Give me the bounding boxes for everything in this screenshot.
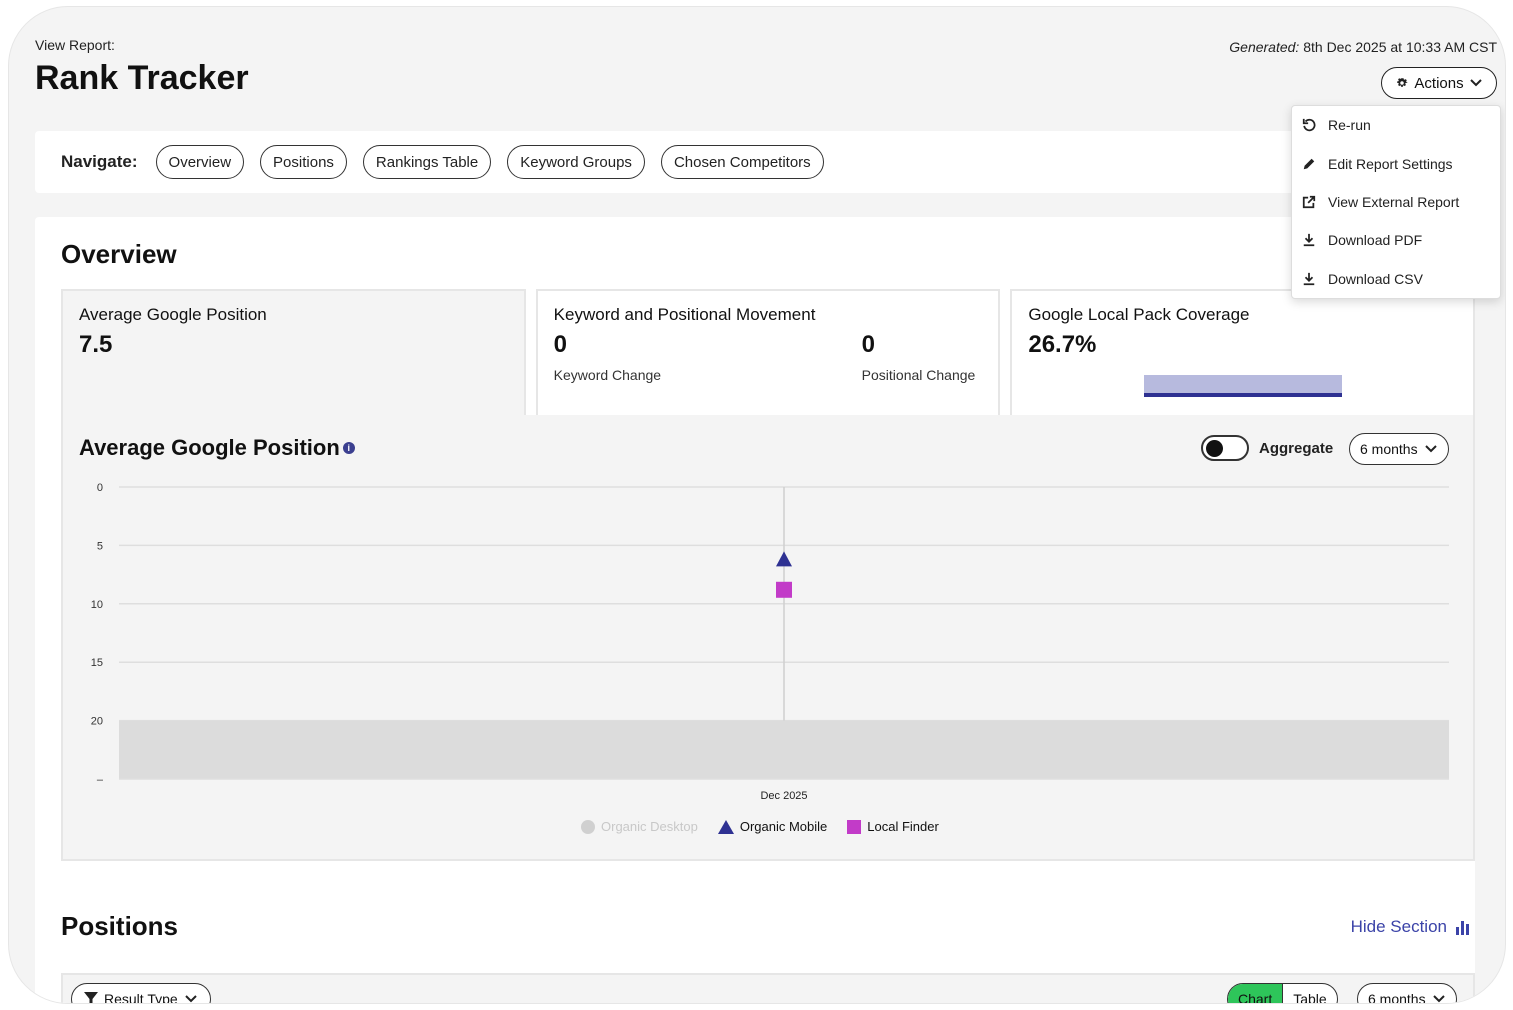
view-table-button[interactable]: Table [1283,984,1336,1003]
report-body: Overview Average Google Position 7.5 Key… [35,217,1476,1004]
avg-position-chart-panel: Average Google Position i Aggregate 6 mo… [61,415,1475,861]
x-tick-label: Dec 2025 [760,790,807,802]
filter-label: Result Type [104,991,178,1004]
stat-value: 7.5 [79,331,113,358]
square-marker-icon [847,819,862,834]
keyword-change-value: 0 [553,331,568,358]
coverage-bar [1144,375,1343,397]
generated-timestamp: Generated: 8th Dec 2025 at 10:33 AM CST [1229,39,1497,55]
chevron-down-icon [1432,995,1445,1003]
legend-label: Organic Mobile [739,819,828,834]
menu-item-label: Re-run [1328,117,1371,134]
positional-change-label: Positional Change [861,367,976,383]
app-frame: View Report: Rank Tracker Generated: 8th… [8,6,1506,1004]
y-tick-label: 10 [91,599,103,611]
overview-title: Overview [61,239,177,269]
view-toggle: Chart Table [1227,983,1338,1003]
y-tick-label: 20 [91,716,103,728]
legend-label: Organic Desktop [601,819,698,834]
chevron-down-icon [184,995,197,1003]
actions-label: Actions [1414,74,1464,92]
legend-organic-desktop[interactable]: Organic Desktop [581,819,698,834]
chevron-down-icon [1469,79,1482,87]
positions-range-select[interactable]: 6 months [1357,983,1457,1004]
download-icon [1303,272,1315,285]
stat-avg-position[interactable]: Average Google Position 7.5 [61,289,526,415]
positions-title: Positions [61,911,179,941]
menu-item-label: View External Report [1328,193,1460,210]
rerun-icon [1302,119,1316,132]
menu-item-edit-settings[interactable]: Edit Report Settings [1292,144,1500,182]
nav-overview[interactable]: Overview [155,145,245,179]
menu-item-label: Download PDF [1328,232,1423,249]
menu-item-download-csv[interactable]: Download CSV [1292,260,1500,298]
data-point-local-finder [776,581,792,598]
download-icon [1303,234,1315,247]
position-chart: 0 5 10 15 20 – Dec 2025 [91,482,1449,802]
stat-value: 26.7% [1028,331,1097,358]
filter-icon [84,992,98,1003]
menu-item-view-external[interactable]: View External Report [1292,183,1500,221]
stat-title: Keyword and Positional Movement [553,305,816,324]
actions-menu: Re-run Edit Report Settings View Externa… [1291,105,1501,299]
keyword-change-label: Keyword Change [553,367,662,383]
stat-local-pack[interactable]: Google Local Pack Coverage 26.7% [1010,289,1476,415]
menu-item-rerun[interactable]: Re-run [1292,106,1500,144]
result-type-filter[interactable]: Result Type [71,983,211,1004]
stats-row: Average Google Position 7.5 Keyword and … [61,289,1476,415]
positions-panel: Result Type Chart Table 6 months [61,973,1475,1004]
hide-section-label: Hide Section [1350,917,1447,936]
navigate-label: Navigate: [61,152,138,171]
y-tick-label: – [97,774,104,786]
nav-keyword-groups[interactable]: Keyword Groups [507,145,645,179]
view-report-label: View Report: [35,37,115,53]
menu-item-label: Edit Report Settings [1328,155,1453,172]
y-tick-label: 15 [91,657,103,669]
navigate-bar: Navigate: Overview Positions Rankings Ta… [35,131,1475,193]
generated-label: Generated: [1229,39,1300,55]
hide-section-button[interactable]: Hide Section [1351,917,1471,937]
legend-local-finder[interactable]: Local Finder [847,819,939,834]
actions-button[interactable]: Actions [1381,67,1497,99]
external-link-icon [1302,195,1316,209]
range-label: 6 months [1368,991,1426,1004]
nav-chosen-competitors[interactable]: Chosen Competitors [660,145,824,179]
shaded-band [119,720,1449,779]
stat-title: Average Google Position [79,305,267,324]
chart-legend: Organic Desktop Organic Mobile Local Fin… [581,819,939,834]
legend-organic-mobile[interactable]: Organic Mobile [717,819,828,834]
y-tick-label: 0 [97,482,103,494]
menu-item-download-pdf[interactable]: Download PDF [1292,221,1500,259]
generated-value: 8th Dec 2025 at 10:33 AM CST [1299,39,1497,55]
y-tick-label: 5 [97,540,103,552]
page-title: Rank Tracker [35,59,249,97]
pencil-icon [1303,158,1315,169]
circle-marker-icon [581,819,595,834]
view-chart-button[interactable]: Chart [1228,984,1284,1003]
nav-positions[interactable]: Positions [260,145,347,179]
triangle-marker-icon [717,819,734,834]
nav-rankings-table[interactable]: Rankings Table [362,145,492,179]
legend-label: Local Finder [867,819,939,834]
stat-title: Google Local Pack Coverage [1028,305,1250,324]
data-point-organic-mobile [776,551,792,567]
gear-icon [1397,78,1409,87]
stat-movement[interactable]: Keyword and Positional Movement 0 Keywor… [535,289,1001,415]
positional-change-value: 0 [861,331,876,358]
menu-item-label: Download CSV [1328,270,1423,287]
bar-chart-icon [1456,921,1469,935]
